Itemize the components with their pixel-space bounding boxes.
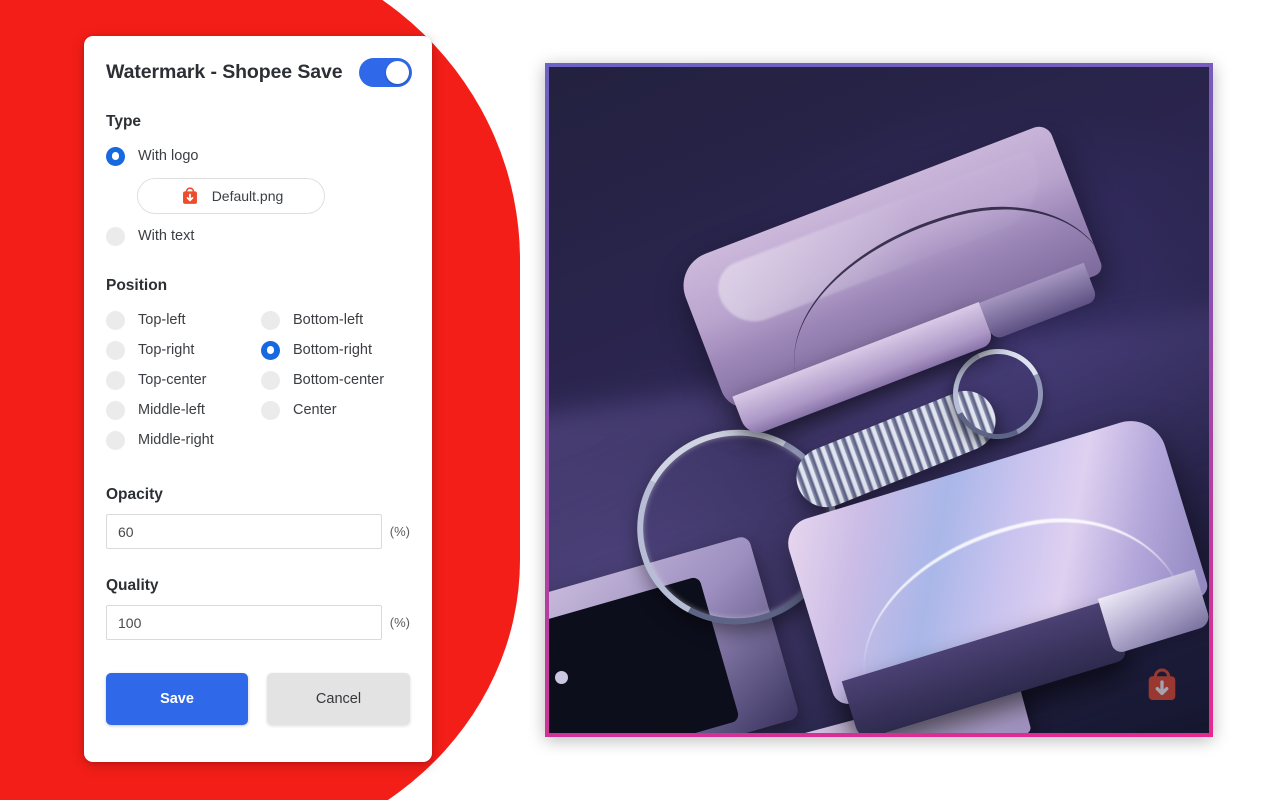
- cancel-button[interactable]: Cancel: [267, 673, 410, 725]
- radio-top-right[interactable]: [106, 340, 125, 360]
- position-option-top-center[interactable]: Top-center: [106, 365, 261, 395]
- quality-input-row: (%): [106, 605, 410, 640]
- photo-object-phone-dot: [555, 671, 568, 684]
- card-header: Watermark - Shopee Save: [106, 36, 412, 87]
- quality-input[interactable]: [106, 605, 382, 640]
- position-option-bottom-left[interactable]: Bottom-left: [261, 305, 410, 335]
- preview-image-frame[interactable]: [545, 63, 1213, 737]
- opacity-unit-label: (%): [389, 524, 410, 539]
- type-section-heading: Type: [106, 113, 142, 130]
- radio-middle-left[interactable]: [106, 400, 125, 420]
- position-option-bottom-center[interactable]: Bottom-center: [261, 365, 410, 395]
- position-option-top-left[interactable]: Top-left: [106, 305, 261, 335]
- radio-middle-right[interactable]: [106, 430, 125, 450]
- shopee-bag-icon: [1141, 664, 1183, 711]
- save-button[interactable]: Save: [106, 673, 248, 725]
- radio-with-logo[interactable]: [106, 146, 125, 166]
- position-option-middle-left-label: Middle-left: [138, 402, 205, 418]
- position-option-top-left-label: Top-left: [138, 312, 186, 328]
- position-option-center-label: Center: [293, 402, 337, 418]
- toggle-knob: [385, 61, 409, 84]
- radio-top-left[interactable]: [106, 310, 125, 330]
- watermark-enabled-toggle[interactable]: [358, 58, 412, 87]
- app-root: Watermark - Shopee Save Type With logo D…: [0, 0, 1280, 800]
- position-options-grid: Top-left Top-right Top-center Middle-lef…: [106, 305, 410, 455]
- watermarked-product-photo: [549, 67, 1209, 733]
- radio-center[interactable]: [261, 400, 280, 420]
- position-section-heading: Position: [106, 277, 168, 294]
- position-option-bottom-left-label: Bottom-left: [293, 312, 364, 328]
- position-left-column: Top-left Top-right Top-center Middle-lef…: [106, 305, 261, 455]
- quality-section-heading: Quality: [106, 577, 159, 594]
- position-option-bottom-center-label: Bottom-center: [293, 372, 385, 388]
- opacity-input[interactable]: [106, 514, 382, 549]
- logo-file-chip-container: Default.png: [106, 178, 410, 214]
- position-right-column: Bottom-left Bottom-right Bottom-center C…: [261, 305, 410, 455]
- shopee-bag-icon: [179, 185, 201, 207]
- page-title: Watermark - Shopee Save: [106, 61, 343, 83]
- radio-bottom-center[interactable]: [261, 370, 280, 390]
- position-option-bottom-right-label: Bottom-right: [293, 342, 372, 358]
- type-option-with-logo[interactable]: With logo: [106, 141, 410, 171]
- opacity-input-row: (%): [106, 514, 410, 549]
- radio-with-text[interactable]: [106, 226, 125, 246]
- position-option-top-right-label: Top-right: [138, 342, 195, 358]
- position-option-middle-right-label: Middle-right: [138, 432, 214, 448]
- position-option-top-right[interactable]: Top-right: [106, 335, 261, 365]
- radio-bottom-left[interactable]: [261, 310, 280, 330]
- quality-unit-label: (%): [389, 615, 410, 630]
- action-button-row: Save Cancel: [106, 673, 410, 725]
- radio-top-center[interactable]: [106, 370, 125, 390]
- type-option-with-text[interactable]: With text: [106, 221, 410, 251]
- logo-file-chip[interactable]: Default.png: [137, 178, 325, 214]
- opacity-section-heading: Opacity: [106, 486, 163, 503]
- position-option-top-center-label: Top-center: [138, 372, 207, 388]
- logo-file-name: Default.png: [211, 188, 284, 204]
- position-option-middle-left[interactable]: Middle-left: [106, 395, 261, 425]
- type-option-with-logo-label: With logo: [138, 148, 199, 164]
- radio-bottom-right[interactable]: [261, 340, 280, 360]
- position-option-bottom-right[interactable]: Bottom-right: [261, 335, 410, 365]
- watermark-settings-card: Watermark - Shopee Save Type With logo D…: [84, 36, 432, 762]
- position-option-center[interactable]: Center: [261, 395, 410, 425]
- position-option-middle-right[interactable]: Middle-right: [106, 425, 261, 455]
- type-option-with-text-label: With text: [138, 228, 195, 244]
